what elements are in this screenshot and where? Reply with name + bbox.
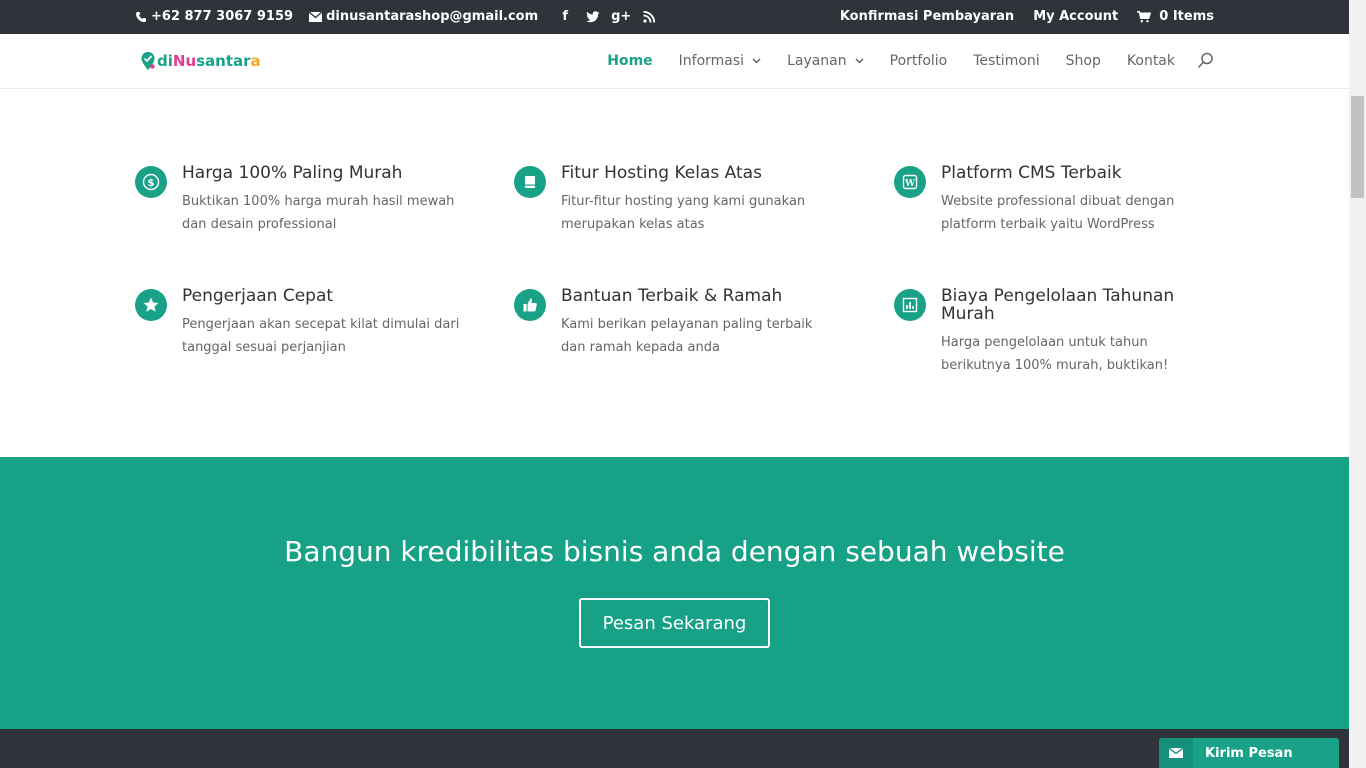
top-bar: +62 877 3067 9159 dinusantarashop@gmail.… [0,0,1349,34]
feature-text: Harga pengelolaan untuk tahun berikutnya… [941,335,1169,373]
main-nav: Home Informasi Layanan Portfolio Testimo… [581,52,1214,69]
chevron-down-icon [855,57,864,64]
my-account-link[interactable]: My Account [1033,9,1118,24]
hard-drive-icon [514,166,546,198]
site-logo[interactable]: di Nu santar a [140,51,261,71]
cta-section: Bangun kredibilitas bisnis anda dengan s… [0,457,1349,729]
svg-text:W: W [904,179,916,189]
main-header: di Nu santar a Home Informasi Layanan Portf… [0,34,1349,88]
thumbs-up-icon [514,289,546,321]
chevron-down-icon [752,57,761,64]
logo-text-part2: Nu [172,52,197,70]
nav-item-testimoni[interactable]: Testimoni [973,53,1039,69]
cart-link[interactable]: 0 Items [1137,9,1214,24]
logo-mark-icon [141,52,155,70]
feature-title: Pengerjaan Cepat [182,286,334,306]
send-message-widget[interactable]: Kirim Pesan [1159,738,1339,768]
phone-contact[interactable]: +62 877 3067 9159 [135,9,293,24]
feature-text: Buktikan 100% harga murah hasil mewah da… [182,194,455,232]
feature-title: Bantuan Terbaik & Ramah [561,286,783,306]
envelope-icon [1159,738,1193,768]
nav-item-informasi[interactable]: Informasi [679,53,761,69]
nav-label: Home [607,52,653,69]
google-plus-icon[interactable]: g+ [611,9,631,24]
nav-label: Shop [1065,52,1101,69]
nav-item-layanan[interactable]: Layanan [787,53,864,69]
feature-title: Platform CMS Terbaik [941,163,1122,183]
cart-count: 0 Items [1159,9,1214,24]
feature-text: Fitur-fitur hosting yang kami gunakan me… [561,194,806,232]
logo-text-part1: di [157,52,173,70]
svg-text:$: $ [148,178,155,189]
feature-text: Kami berikan pelayanan paling terbaik da… [561,317,813,355]
logo-text-part3: santar [196,52,251,70]
phone-icon [136,11,146,22]
logo-text-part4: a [250,52,261,70]
nav-item-home[interactable]: Home [607,53,652,69]
dollar-icon: $ [135,166,167,198]
feature-text: Website professional dibuat dengan platf… [941,194,1175,232]
wordpress-icon: W [894,166,926,198]
phone-number: +62 877 3067 9159 [151,9,294,24]
twitter-icon[interactable] [586,10,600,24]
nav-label: Portfolio [889,52,948,69]
send-message-label: Kirim Pesan [1205,745,1293,761]
email-address: dinusantarashop@gmail.com [326,9,539,24]
feature-title: Harga 100% Paling Murah [182,163,403,183]
facebook-icon[interactable]: f [558,9,572,24]
scrollbar[interactable] [1349,0,1366,768]
scrollbar-thumb[interactable] [1351,96,1364,198]
feature-title: Biaya Pengelolaan Tahunan Murah [941,286,1175,324]
nav-item-kontak[interactable]: Kontak [1127,53,1175,69]
chart-icon [894,289,926,321]
cart-icon [1137,10,1152,22]
footer [0,729,1349,768]
nav-label: Kontak [1126,52,1175,69]
nav-item-shop[interactable]: Shop [1066,53,1101,69]
nav-item-portfolio[interactable]: Portfolio [890,53,948,69]
feature-text: Pengerjaan akan secepat kilat dimulai da… [182,317,460,355]
feature-title: Fitur Hosting Kelas Atas [561,163,762,183]
nav-label: Informasi [678,52,745,69]
order-now-button[interactable]: Pesan Sekarang [579,598,770,648]
rss-icon[interactable] [642,10,656,24]
envelope-icon [309,11,323,22]
nav-label: Testimoni [973,52,1040,69]
star-icon [135,289,167,321]
nav-label: Layanan [787,52,847,69]
search-icon[interactable] [1197,52,1214,69]
email-contact[interactable]: dinusantarashop@gmail.com [309,9,538,24]
cta-heading: Bangun kredibilitas bisnis anda dengan s… [284,535,1065,568]
confirm-payment-link[interactable]: Konfirmasi Pembayaran [840,9,1014,24]
